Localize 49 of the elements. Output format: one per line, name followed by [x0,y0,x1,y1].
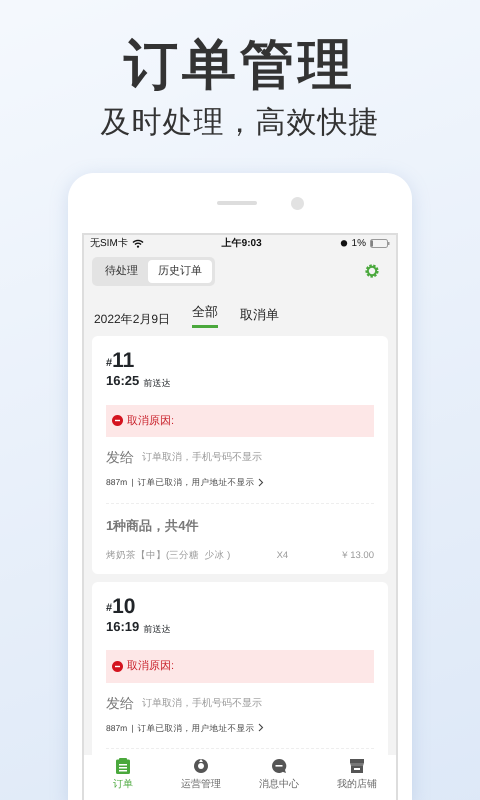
clock-time: 上午9:03 [222,236,262,251]
settings-icon[interactable] [364,263,380,280]
delivery-time: 16:19 [106,618,140,636]
separator-text: | [131,476,134,489]
recipient-label: 发给 [106,448,134,468]
recipient-label: 发给 [106,694,134,713]
camera-dot [290,196,304,210]
address-note: 订单已取消，用户地址不显示 [137,722,254,734]
chevron-right-icon[interactable] [258,478,264,487]
speaker-slot [216,201,256,205]
store-icon [349,758,365,774]
headline: 订单管理 [124,38,356,92]
hash-sign: # [106,601,112,616]
minus-circle-icon [112,415,123,426]
order-number: 10 [112,596,136,617]
chat-bubble-icon [271,758,287,774]
item-name: 烤奶茶【中】(三分糖 少冰 ) [106,549,232,564]
cancel-reason-label: 取消原因: [127,414,174,429]
wifi-icon [132,238,144,248]
battery-percent: 1% [352,236,366,251]
nav-tab[interactable]: 运营管理 [162,755,240,800]
goods-summary: 1种商品，共4件 [106,516,200,535]
recipient-note: 订单取消，手机号码不显示 [142,696,262,711]
carrier-label: 无SIM卡 [90,236,128,251]
time-note: 前送达 [143,377,170,390]
address-note: 订单已取消，用户地址不显示 [137,476,254,489]
order-number: 11 [112,350,134,372]
separator-text: | [131,722,134,734]
delivery-time: 16:25 [106,372,140,390]
date-label: 2022年2月9日 [94,311,170,328]
segment-tab[interactable]: 历史订单 [148,260,212,283]
nav-tab[interactable]: 我的店铺 [318,755,396,800]
item-price: ￥13.00 [340,549,374,564]
chevron-right-icon[interactable] [258,723,264,732]
time-note: 前送达 [143,622,170,636]
minus-circle-icon [112,660,123,672]
hash-sign: # [106,356,112,371]
subheadline: 及时处理，高效快捷 [100,108,380,138]
distance-label: 887m [106,476,128,489]
recipient-note: 订单取消，手机号码不显示 [142,450,262,466]
clipboard-icon [116,758,130,774]
filter-tab[interactable]: 全部 [192,302,218,328]
nav-tab[interactable]: 消息中心 [240,755,318,800]
distance-label: 887m [106,722,128,734]
battery-icon [370,238,390,248]
item-quantity: X4 [276,549,288,564]
segment-tab[interactable]: 待处理 [95,260,148,283]
filter-tab[interactable]: 取消单 [240,304,280,328]
cancel-reason-label: 取消原因: [127,659,174,674]
